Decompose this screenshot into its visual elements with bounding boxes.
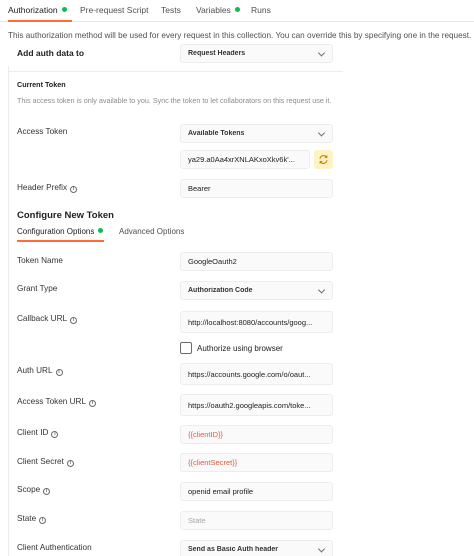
callback-url-input[interactable]: http://localhost:8080/accounts/goog...	[180, 311, 333, 333]
tab-authorization[interactable]: Authorization	[8, 5, 67, 15]
token-name-label: Token Name	[17, 256, 63, 265]
header-prefix-label: Header Prefix i	[17, 183, 78, 193]
chevron-down-icon	[317, 544, 326, 553]
chevron-down-icon	[317, 48, 326, 57]
access-token-input[interactable]: ya29.a0Aa4xrXNLAKxoXkv6k'...	[180, 150, 310, 169]
state-input[interactable]: State	[180, 511, 333, 530]
info-icon[interactable]: i	[89, 400, 97, 407]
authorize-browser-label: Authorize using browser	[197, 344, 283, 353]
access-token-label: Access Token	[17, 127, 68, 136]
active-tab-indicator	[8, 20, 72, 22]
client-id-label: Client ID i	[17, 428, 59, 438]
info-icon[interactable]: i	[51, 431, 59, 438]
access-token-url-label: Access Token URL i	[17, 397, 97, 407]
info-icon[interactable]: i	[66, 460, 74, 467]
status-dot	[61, 7, 67, 12]
tab-tests[interactable]: Tests	[161, 5, 181, 15]
tab-variables[interactable]: Variables	[196, 5, 240, 15]
status-dot	[234, 7, 240, 12]
info-icon[interactable]: i	[39, 517, 47, 524]
grant-type-select[interactable]: Authorization Code	[180, 281, 333, 300]
grant-type-label: Grant Type	[17, 284, 58, 293]
available-tokens-select[interactable]: Available Tokens	[180, 124, 333, 143]
tab-bar: Authorization Pre-request Script Tests V…	[0, 0, 474, 22]
state-label: State i	[17, 514, 47, 524]
client-secret-label: Client Secret i	[17, 457, 74, 467]
scope-label: Scope i	[17, 485, 51, 495]
auth-url-input[interactable]: https://accounts.google.com/o/oaut...	[180, 363, 333, 385]
auth-url-label: Auth URL i	[17, 366, 63, 376]
configure-token-title: Configure New Token	[17, 210, 114, 221]
header-prefix-input[interactable]: Bearer	[180, 179, 333, 198]
section-border	[8, 66, 9, 556]
client-authentication-select[interactable]: Send as Basic Auth header	[180, 540, 333, 556]
chevron-down-icon	[317, 285, 326, 294]
tab-pre-request-script[interactable]: Pre-request Script	[80, 5, 149, 15]
auth-data-label: Add auth data to	[17, 48, 85, 58]
scope-input[interactable]: openid email profile	[180, 482, 333, 501]
client-authentication-label: Client Authentication	[17, 543, 92, 552]
current-token-note: This access token is only available to y…	[17, 96, 332, 105]
callback-url-label: Callback URL i	[17, 314, 78, 324]
info-icon[interactable]: i	[70, 317, 78, 324]
tab-configuration-options[interactable]: Configuration Options	[17, 227, 104, 236]
authorize-browser-checkbox[interactable]	[180, 342, 192, 354]
access-token-url-input[interactable]: https://oauth2.googleapis.com/toke...	[180, 394, 333, 416]
tab-runs[interactable]: Runs	[251, 5, 271, 15]
refresh-icon	[319, 155, 328, 164]
divider	[8, 71, 343, 72]
refresh-token-button[interactable]	[314, 150, 333, 169]
tab-advanced-options[interactable]: Advanced Options	[119, 227, 184, 236]
token-name-input[interactable]: GoogleOauth2	[180, 252, 333, 271]
auth-data-select[interactable]: Request Headers	[180, 44, 333, 63]
chevron-down-icon	[317, 128, 326, 137]
info-icon[interactable]: i	[70, 186, 78, 193]
client-secret-input[interactable]: {{clientSecret}}	[180, 453, 333, 472]
info-text: This authorization method will be used f…	[8, 31, 472, 40]
client-id-input[interactable]: {{clientID}}	[180, 425, 333, 444]
current-token-title: Current Token	[17, 80, 66, 89]
active-subtab-indicator	[17, 240, 104, 242]
status-dot	[98, 228, 104, 233]
info-icon[interactable]: i	[43, 488, 51, 495]
info-icon[interactable]: i	[55, 369, 63, 376]
